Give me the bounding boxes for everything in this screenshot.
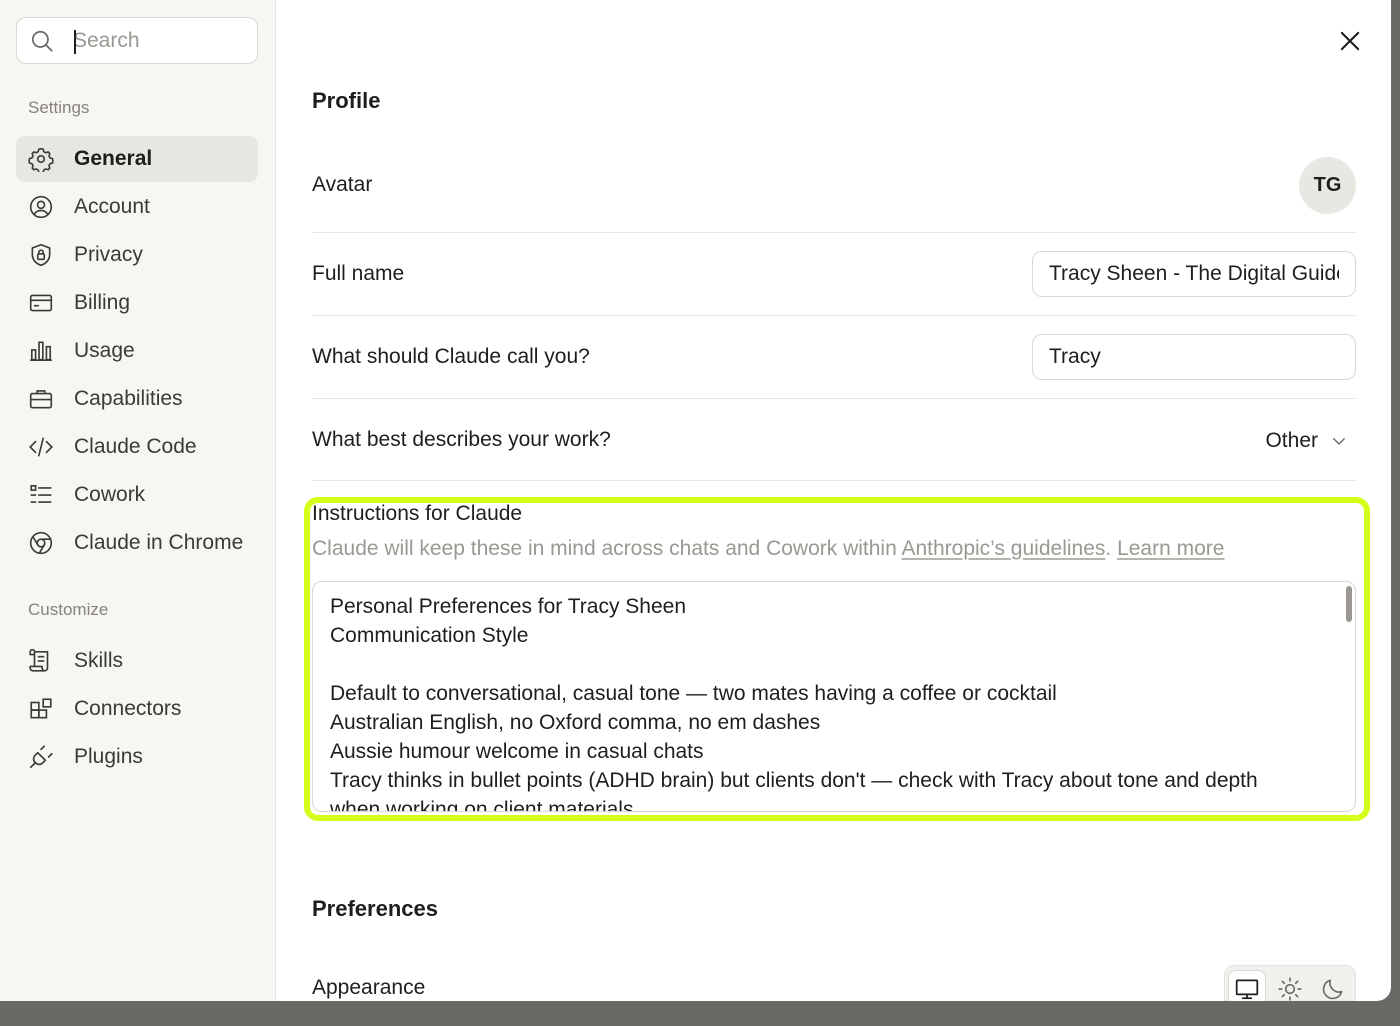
sidebar-item-label: General <box>74 147 153 170</box>
plug-icon <box>27 743 55 771</box>
appearance-light-button[interactable] <box>1271 970 1309 1001</box>
fullname-label: Full name <box>312 262 405 285</box>
callname-field[interactable] <box>1032 334 1356 380</box>
appearance-label: Appearance <box>312 976 426 999</box>
credit-card-icon <box>27 289 55 317</box>
sidebar-item-label: Claude in Chrome <box>74 531 244 554</box>
bar-chart-icon <box>27 337 55 365</box>
sidebar-item-account[interactable]: Account <box>16 184 258 230</box>
monitor-icon <box>1235 979 1259 1000</box>
sidebar-item-claude-in-chrome[interactable]: Claude in Chrome <box>16 520 258 566</box>
divider <box>312 315 1356 316</box>
sidebar-item-billing[interactable]: Billing <box>16 280 258 326</box>
preferences-heading: Preferences <box>312 896 438 921</box>
customize-section-label: Customize <box>28 600 109 619</box>
work-label: What best describes your work? <box>312 428 611 451</box>
sidebar: Settings General Account Privacy Billing <box>0 0 276 1001</box>
settings-section-label: Settings <box>28 98 90 117</box>
close-icon[interactable] <box>1336 27 1364 55</box>
divider <box>312 480 1356 481</box>
callname-label: What should Claude call you? <box>312 345 590 368</box>
appearance-system-button[interactable] <box>1228 970 1266 1001</box>
appearance-dark-button[interactable] <box>1314 970 1352 1001</box>
avatar-label: Avatar <box>312 173 373 196</box>
search-icon <box>31 30 53 52</box>
search-input[interactable] <box>73 26 249 56</box>
list-check-icon <box>27 481 55 509</box>
sidebar-item-label: Connectors <box>74 697 182 720</box>
sidebar-item-skills[interactable]: Skills <box>16 638 258 684</box>
user-circle-icon <box>27 193 55 221</box>
sidebar-item-label: Capabilities <box>74 387 183 410</box>
sidebar-item-label: Claude Code <box>74 435 197 458</box>
avatar[interactable]: TG <box>1299 157 1356 214</box>
sidebar-item-cowork[interactable]: Cowork <box>16 472 258 518</box>
text-caret <box>74 30 76 54</box>
sidebar-item-capabilities[interactable]: Capabilities <box>16 376 258 422</box>
sidebar-item-label: Cowork <box>74 483 146 506</box>
fullname-field[interactable] <box>1032 251 1356 297</box>
globe-icon <box>27 529 55 557</box>
briefcase-icon <box>27 385 55 413</box>
work-select-value: Other <box>1265 429 1318 452</box>
highlight-frame <box>304 497 1370 821</box>
chevron-down-icon <box>1333 438 1345 445</box>
gear-icon <box>27 145 55 173</box>
divider <box>312 398 1356 399</box>
sidebar-item-general[interactable]: General <box>16 136 258 182</box>
search-box[interactable] <box>16 17 258 64</box>
profile-heading: Profile <box>312 88 381 113</box>
sidebar-item-plugins[interactable]: Plugins <box>16 734 258 780</box>
blocks-icon <box>27 695 55 723</box>
divider <box>312 232 1356 233</box>
sun-icon <box>1278 977 1302 1001</box>
appearance-toggle-group <box>1224 965 1356 1001</box>
moon-icon <box>1322 979 1343 1000</box>
sidebar-item-label: Account <box>74 195 150 218</box>
shield-lock-icon <box>27 241 55 269</box>
sidebar-item-label: Privacy <box>74 243 143 266</box>
sidebar-item-claude-code[interactable]: Claude Code <box>16 424 258 470</box>
sidebar-item-label: Billing <box>74 291 131 314</box>
scroll-icon <box>27 647 55 675</box>
sidebar-item-connectors[interactable]: Connectors <box>16 686 258 732</box>
sidebar-item-usage[interactable]: Usage <box>16 328 258 374</box>
sidebar-item-label: Usage <box>74 339 135 362</box>
sidebar-item-label: Skills <box>74 649 124 672</box>
code-icon <box>27 433 55 461</box>
work-select[interactable]: Other <box>1238 424 1348 458</box>
sidebar-item-privacy[interactable]: Privacy <box>16 232 258 278</box>
settings-window: Settings General Account Privacy Billing <box>0 0 1391 1001</box>
sidebar-item-label: Plugins <box>74 745 143 768</box>
